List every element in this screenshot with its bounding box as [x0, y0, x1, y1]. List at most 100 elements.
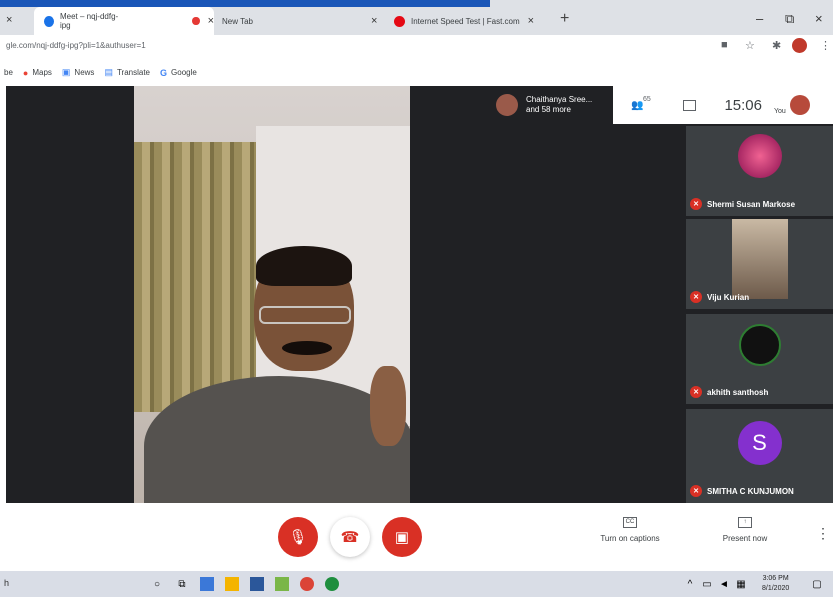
system-clock[interactable]: 3:06 PM 8/1/2020	[762, 574, 789, 594]
bookmark-youtube[interactable]: be	[4, 68, 13, 77]
keyboard-icon[interactable]: ▦	[734, 577, 748, 591]
participants-summary[interactable]: Chaithanya Sree... and 58 more	[490, 86, 613, 124]
speaker-glasses	[259, 306, 351, 324]
meet-favicon-icon	[44, 15, 54, 27]
clock-time: 3:06 PM	[762, 575, 789, 582]
bookmark-star-icon[interactable]: ☆	[745, 39, 755, 52]
participant-video-thumb	[731, 219, 788, 299]
bookmark-maps[interactable]: ● Maps	[23, 68, 52, 78]
tab-fast-label: Internet Speed Test | Fast.com	[411, 16, 520, 26]
mic-off-icon: ✕	[690, 291, 702, 303]
extensions-icon[interactable]: ✱	[772, 39, 781, 52]
main-speaker-video[interactable]	[134, 86, 410, 503]
tab-meet-label: Meet – nqj-ddfg-ipg	[59, 12, 119, 30]
bookmark-translate-label: Translate	[116, 68, 151, 77]
bookmarks-bar: be ● Maps ▣ News ▤ Translate G Google	[0, 59, 833, 86]
address-bar: gle.com/nqj-ddfg-ipg?pli=1&authuser=1 ■ …	[0, 35, 833, 59]
network-icon[interactable]: ▭	[700, 577, 714, 591]
bookmark-google[interactable]: G Google	[160, 68, 197, 78]
captions-button[interactable]: CC Turn on captions	[590, 517, 670, 543]
participant-name: ✕ Viju Kurian	[690, 291, 749, 303]
participant-name-text: akhith santhosh	[707, 387, 769, 397]
participant-name-text: Viju Kurian	[707, 292, 750, 302]
bookmark-google-label: Google	[171, 68, 197, 77]
tab-new-tab[interactable]: New Tab ×	[214, 7, 390, 35]
whatsapp-icon[interactable]	[325, 577, 339, 591]
app-icon[interactable]	[200, 577, 214, 591]
people-count: 65	[643, 95, 651, 103]
people-icon: 👥	[631, 99, 644, 111]
chrome-icon[interactable]	[300, 577, 314, 591]
google-icon: G	[160, 67, 168, 78]
mic-off-icon: ✕	[690, 198, 702, 210]
mic-off-icon: ✕	[690, 386, 702, 398]
restore-button[interactable]: ⧉	[785, 11, 794, 27]
meeting-time: 15:06	[724, 96, 762, 114]
task-view-icon[interactable]: ⧉	[175, 577, 189, 591]
present-label: Present now	[722, 534, 768, 543]
windows-taskbar: h ○ ⧉ ^ ▭ ◄ ▦ 3:06 PM 8/1/2020 ▢	[0, 571, 833, 597]
participants-summary-text: Chaithanya Sree... and 58 more	[526, 95, 592, 115]
news-icon: ▣	[61, 67, 71, 77]
self-avatar[interactable]	[789, 95, 810, 115]
tab-bar: × Meet – nqj-ddfg-ipg × New Tab × Intern…	[0, 7, 833, 35]
store-icon[interactable]	[225, 577, 239, 591]
participant-tiles: ✕ Shermi Susan Markose ✕ Viju Kurian ✕ a…	[686, 126, 833, 503]
participant-tile[interactable]: ✕ Viju Kurian	[686, 219, 833, 309]
window-close-button[interactable]: ×	[815, 11, 823, 26]
participant-name: ✕ akhith santhosh	[690, 386, 768, 398]
more-options-icon[interactable]: ⋮	[816, 525, 830, 542]
recording-dot-icon	[192, 17, 200, 25]
flower-avatar	[737, 134, 782, 178]
minimize-button[interactable]: –	[756, 11, 763, 26]
mic-off-icon: ✕	[690, 485, 702, 497]
participant-tile[interactable]: S ✕ SMITHA C KUNJUMON	[686, 409, 833, 503]
prev-tab-close-icon[interactable]: ×	[6, 14, 12, 26]
tab-meet[interactable]: Meet – nqj-ddfg-ipg ×	[34, 7, 214, 35]
speaker-hand	[370, 366, 406, 446]
phone-hangup-icon: ☎	[340, 529, 360, 546]
cortana-icon[interactable]: ○	[150, 577, 164, 591]
title-accent	[0, 0, 490, 7]
camera-toggle-button[interactable]: ▣	[382, 517, 422, 557]
present-now-button[interactable]: ↑ Present now	[705, 517, 785, 543]
participants-summary-line2: and 58 more	[526, 105, 571, 114]
meeting-info-bar: 👥 65 15:06 You	[613, 86, 833, 124]
clock-date: 8/1/2020	[762, 585, 790, 592]
people-button[interactable]: 👥 65	[631, 96, 651, 111]
tray-chevron-icon[interactable]: ^	[683, 577, 697, 591]
bookmark-news[interactable]: ▣ News	[62, 67, 95, 78]
self-label: You	[774, 107, 786, 115]
video-curtain	[134, 142, 256, 412]
translate-icon: ▤	[104, 67, 113, 77]
captions-label: Turn on captions	[600, 534, 660, 543]
mic-toggle-button[interactable]: 🎙	[278, 517, 318, 557]
taskbar-search[interactable]: h	[4, 578, 9, 588]
participant-name-text: Shermi Susan Markose	[707, 199, 796, 209]
mic-off-icon: 🎙	[288, 529, 308, 546]
volume-icon[interactable]: ◄	[717, 577, 731, 591]
url-field[interactable]: gle.com/nqj-ddfg-ipg?pli=1&authuser=1	[6, 41, 146, 50]
tab-fast[interactable]: Internet Speed Test | Fast.com ×	[390, 7, 558, 35]
bookmark-youtube-label: be	[4, 68, 13, 77]
new-tab-button[interactable]: +	[560, 10, 569, 28]
participant-tile[interactable]: ✕ akhith santhosh	[686, 314, 833, 404]
profile-avatar[interactable]	[792, 38, 807, 53]
maps-icon: ●	[22, 67, 29, 78]
skull-avatar	[738, 324, 781, 366]
notifications-icon[interactable]: ▢	[810, 577, 824, 591]
hang-up-button[interactable]: ☎	[330, 517, 370, 557]
browser-menu-icon[interactable]: ⋮	[820, 39, 831, 52]
tab-fast-close-icon[interactable]: ×	[528, 15, 534, 27]
participant-tile[interactable]: ✕ Shermi Susan Markose	[686, 126, 833, 216]
tab-new-tab-close-icon[interactable]: ×	[371, 15, 377, 27]
bookmark-maps-label: Maps	[32, 68, 52, 77]
chat-button[interactable]	[683, 99, 697, 111]
participant-name: ✕ Shermi Susan Markose	[690, 198, 795, 210]
folder-icon[interactable]	[275, 577, 289, 591]
camera-indicator-icon[interactable]: ■	[721, 39, 728, 51]
mail-icon[interactable]	[250, 577, 264, 591]
bookmark-news-label: News	[74, 68, 95, 77]
bookmark-translate[interactable]: ▤ Translate	[104, 67, 150, 78]
camera-off-icon: ▣	[394, 529, 410, 546]
